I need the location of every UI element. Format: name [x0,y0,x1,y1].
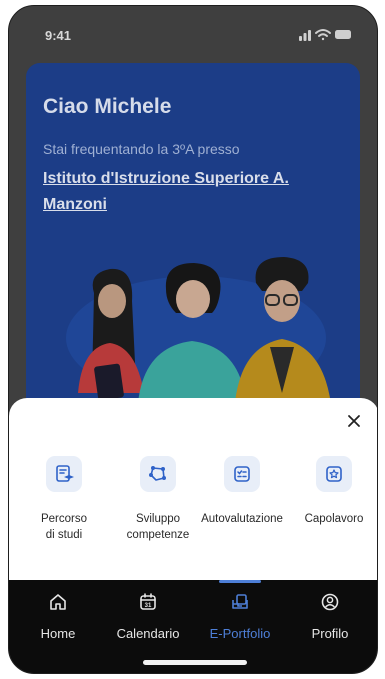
checklist-icon [234,466,250,482]
students-illustration [66,257,332,413]
status-time: 9:41 [45,28,72,43]
school-link[interactable]: Istituto d'Istruzione Superiore A. Manzo… [43,166,343,218]
action-tile [316,456,352,492]
action-sviluppo-competenze[interactable]: Sviluppo competenze [113,456,203,543]
home-indicator[interactable] [143,660,247,665]
tab-label: E-Portfolio [209,626,271,641]
active-tab-indicator [219,580,261,583]
bottom-tab-bar: Home 31 Calendario E-Portfolio Profilo [9,580,377,673]
calendar-day: 31 [145,603,152,609]
tab-home[interactable]: Home [15,580,101,660]
tab-label: Calendario [116,626,180,641]
document-hat-icon [56,465,74,482]
tab-label: Home [40,626,76,641]
portfolio-icon [232,594,248,609]
star-badge-icon [326,466,342,482]
action-label: Percorso di studi [40,513,88,541]
system-icons [299,29,351,41]
signal-icon [299,30,311,41]
portfolio-bottom-sheet: Percorso di studi Sviluppo competenze Au… [9,398,377,580]
action-autovalutazione[interactable]: Autovalutazione [197,456,287,527]
class-subtitle: Stai frequentando la 3ºA presso [43,141,240,157]
tab-profilo[interactable]: Profilo [287,580,373,660]
profile-icon [321,593,339,611]
close-icon[interactable] [343,410,365,432]
action-label: Capolavoro [304,513,364,525]
battery-icon [335,30,351,39]
welcome-card: Ciao Michele Stai frequentando la 3ºA pr… [26,63,360,423]
phone-frame: 9:41 Ciao Michele Stai frequentando la 3… [8,5,378,674]
tab-e-portfolio[interactable]: E-Portfolio [197,580,283,660]
greeting-title: Ciao Michele [43,95,172,118]
wifi-icon [315,29,331,41]
action-capolavoro[interactable]: Capolavoro [289,456,377,527]
status-bar: 9:41 [9,6,377,62]
action-percorso-di-studi[interactable]: Percorso di studi [19,456,109,543]
tab-calendario[interactable]: 31 Calendario [105,580,191,660]
calendar-icon: 31 [140,593,156,610]
tab-label: Profilo [311,626,349,641]
sheet-actions: Percorso di studi Sviluppo competenze Au… [9,456,377,566]
action-tile [224,456,260,492]
action-label: Autovalutazione [201,513,283,525]
network-icon [149,466,166,481]
home-icon [50,594,66,610]
action-label: Sviluppo competenze [126,513,190,541]
action-tile [46,456,82,492]
action-tile [140,456,176,492]
